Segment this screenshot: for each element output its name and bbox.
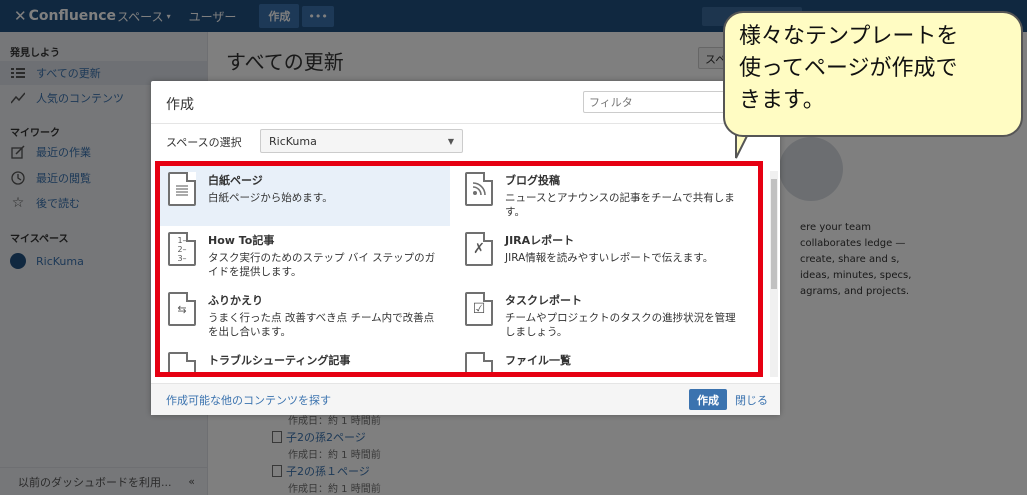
template-blog-post[interactable]: ブログ投稿 ニュースとアナウンスの記事をチームで共有します。: [457, 166, 747, 226]
template-text: ファイル一覧: [505, 352, 571, 372]
template-jira-report[interactable]: ✗ JIRAレポート JIRA情報を読みやすいレポートで伝えます。: [457, 226, 747, 286]
rss-icon: [465, 172, 493, 206]
template-highlight-frame: 白紙ページ 白紙ページから始めます。 ブログ投稿 ニュースとアナウンスの記事をチ…: [155, 161, 763, 377]
divider: [151, 123, 780, 124]
annotation-callout: 様々なテンプレートを 使ってページが作成で きます。: [723, 11, 1023, 137]
chevron-down-icon: ▼: [447, 136, 454, 146]
space-select-value: RicKuma: [269, 134, 317, 148]
template-text: タスクレポート チームやプロジェクトのタスクの進捗状況を管理しましょう。: [505, 292, 739, 340]
callout-line: 様々なテンプレートを: [739, 24, 959, 49]
scrollbar-thumb[interactable]: [771, 179, 777, 289]
template-desc: ニュースとアナウンスの記事をチームで共有します。: [505, 192, 735, 218]
create-dialog: 作成 スペースの選択 RicKuma ▼ 白紙ページ 白紙ページから始めます。: [151, 81, 780, 415]
template-name: 白紙ページ: [208, 174, 263, 187]
checkbox-icon: ☑: [465, 292, 493, 326]
troubleshooting-icon: [168, 352, 196, 372]
dialog-title: 作成: [166, 97, 194, 113]
template-scrollbar[interactable]: [770, 171, 778, 377]
template-grid: 白紙ページ 白紙ページから始めます。 ブログ投稿 ニュースとアナウンスの記事をチ…: [160, 166, 758, 372]
template-text: トラブルシューティング記事: [208, 352, 351, 372]
template-desc: チームやプロジェクトのタスクの進捗状況を管理しましょう。: [505, 312, 736, 338]
callout-line: きます。: [739, 88, 825, 113]
create-button[interactable]: 作成: [689, 389, 727, 410]
space-select[interactable]: RicKuma ▼: [260, 129, 463, 153]
folder-icon: [465, 352, 493, 372]
template-name: JIRAレポート: [505, 234, 575, 247]
template-text: ブログ投稿 ニュースとアナウンスの記事をチームで共有します。: [505, 172, 739, 220]
template-task-report[interactable]: ☑ タスクレポート チームやプロジェクトのタスクの進捗状況を管理しましょう。: [457, 286, 747, 346]
close-link[interactable]: 閉じる: [735, 392, 768, 408]
template-name: タスクレポート: [505, 294, 582, 307]
template-troubleshooting[interactable]: トラブルシューティング記事: [160, 346, 450, 372]
template-retrospective[interactable]: ⇆ ふりかえり うまく行った点 改善すべき点 チーム内で改善点を出し合います。: [160, 286, 450, 346]
template-name: ふりかえり: [208, 294, 263, 307]
template-text: How To記事 タスク実行のためのステップ バイ ステップのガイドを提供します…: [208, 232, 442, 280]
template-desc: JIRA情報を読みやすいレポートで伝えます。: [505, 252, 714, 264]
template-desc: タスク実行のためのステップ バイ ステップのガイドを提供します。: [208, 252, 436, 278]
template-how-to[interactable]: 1– 2– 3– How To記事 タスク実行のためのステップ バイ ステップのガイ…: [160, 226, 450, 286]
template-desc: うまく行った点 改善すべき点 チーム内で改善点を出し合います。: [208, 312, 435, 338]
numbered-list-icon: 1– 2– 3–: [168, 232, 196, 266]
template-name: ブログ投稿: [505, 174, 560, 187]
find-more-content-link[interactable]: 作成可能な他のコンテンツを探す: [166, 392, 331, 408]
template-text: 白紙ページ 白紙ページから始めます。: [208, 172, 333, 220]
template-text: JIRAレポート JIRA情報を読みやすいレポートで伝えます。: [505, 232, 713, 280]
retrospective-icon: ⇆: [168, 292, 196, 326]
template-text: ふりかえり うまく行った点 改善すべき点 チーム内で改善点を出し合います。: [208, 292, 442, 340]
template-blank-page[interactable]: 白紙ページ 白紙ページから始めます。: [160, 166, 450, 226]
space-select-label: スペースの選択: [166, 136, 242, 149]
divider: [151, 383, 780, 384]
template-desc: 白紙ページから始めます。: [208, 192, 333, 204]
callout-line: 使ってページが作成で: [739, 56, 958, 81]
template-name: トラブルシューティング記事: [208, 354, 351, 367]
template-name: How To記事: [208, 234, 275, 247]
template-file-list[interactable]: ファイル一覧: [457, 346, 747, 372]
jira-icon: ✗: [465, 232, 493, 266]
blank-page-icon: [168, 172, 196, 206]
template-name: ファイル一覧: [505, 354, 571, 367]
